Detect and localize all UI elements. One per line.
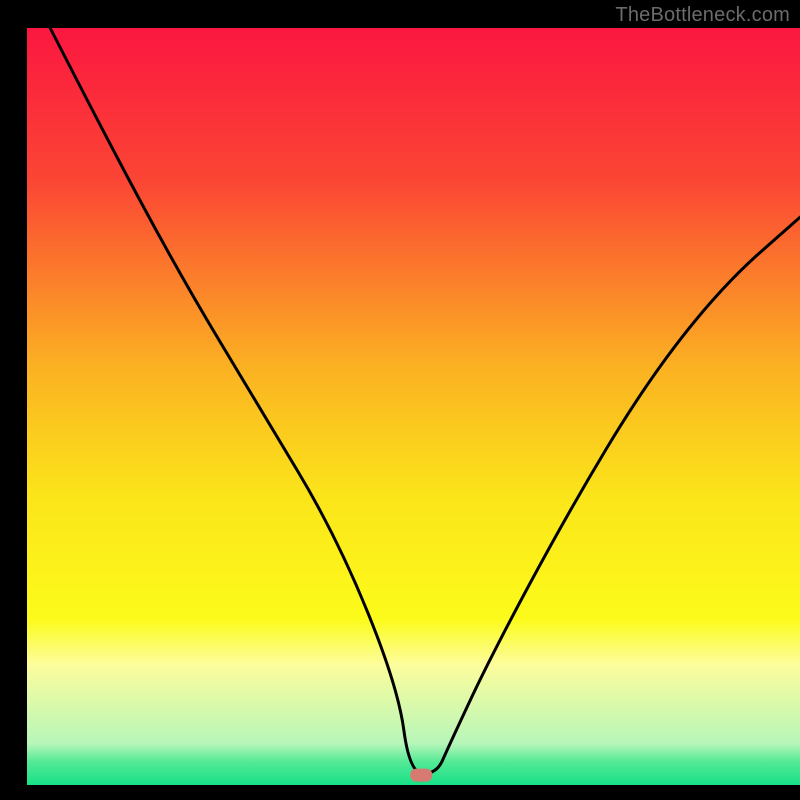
watermark-text: TheBottleneck.com	[615, 4, 790, 27]
chart-stage: TheBottleneck.com	[0, 0, 800, 800]
optimal-marker	[410, 769, 432, 782]
bottleneck-chart	[0, 0, 800, 800]
plot-background	[27, 28, 800, 785]
